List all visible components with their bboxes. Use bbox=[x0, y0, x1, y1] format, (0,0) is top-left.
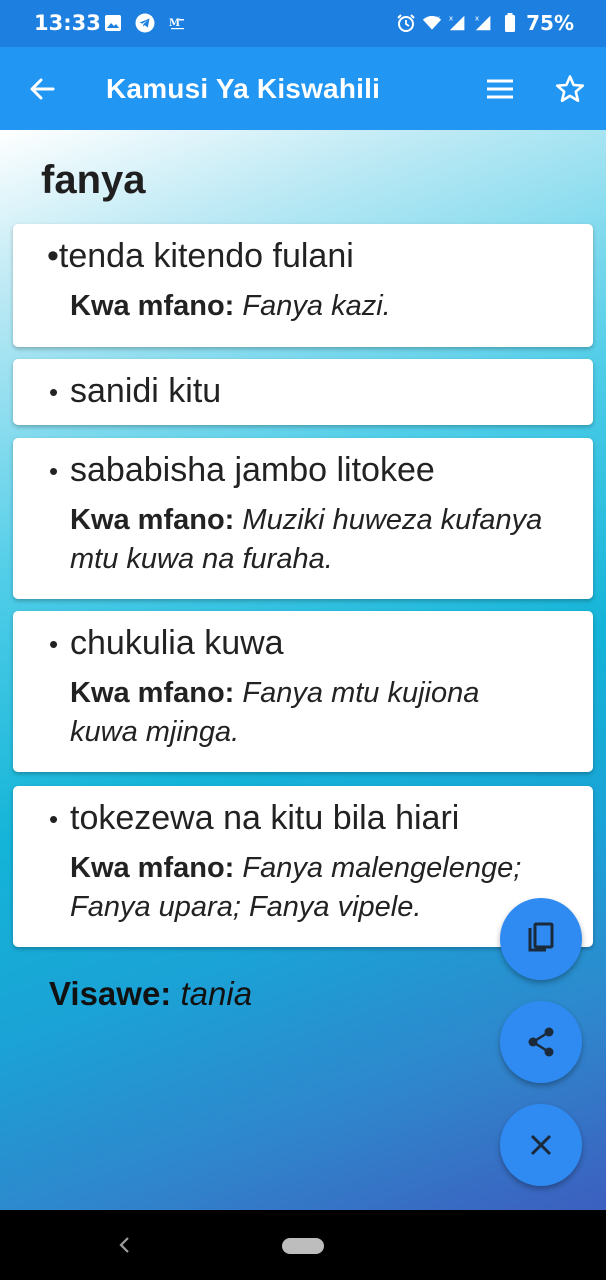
telegram-icon bbox=[135, 13, 155, 33]
chevron-left-icon bbox=[119, 1237, 129, 1253]
nav-back-button[interactable] bbox=[112, 1230, 136, 1260]
menu-button[interactable] bbox=[480, 69, 520, 109]
synonyms-value: tania bbox=[180, 975, 253, 1012]
definition-label: chukulia kuwa bbox=[70, 624, 284, 662]
notification-icons: M bbox=[103, 13, 187, 33]
svg-text:M: M bbox=[169, 18, 180, 29]
svg-text:x: x bbox=[436, 15, 440, 23]
definition-card: • sababisha jambo litokee Kwa mfano: Muz… bbox=[13, 438, 593, 599]
synonyms: Visawe: tania bbox=[49, 975, 252, 1013]
home-pill-icon[interactable] bbox=[282, 1238, 324, 1254]
svg-text:x: x bbox=[475, 13, 480, 22]
example-label: Kwa mfano: bbox=[70, 677, 235, 709]
example-label: Kwa mfano: bbox=[70, 852, 235, 884]
bullet: • bbox=[49, 629, 59, 659]
svg-text:x: x bbox=[449, 13, 454, 22]
definition-card: • chukulia kuwa Kwa mfano: Fanya mtu kuj… bbox=[13, 611, 593, 772]
bullet: • bbox=[49, 804, 59, 834]
copy-icon bbox=[528, 922, 554, 952]
example-line: Fanya upara; Fanya vipele. bbox=[70, 891, 422, 923]
definition-label: sababisha jambo litokee bbox=[70, 451, 435, 489]
example-text: Kwa mfano: Fanya mtu kujiona kuwa mjinga… bbox=[70, 674, 582, 752]
bullet: • bbox=[49, 456, 59, 486]
signal-icon: x bbox=[474, 13, 494, 33]
definition-card: • sanidi kitu bbox=[13, 359, 593, 425]
battery-percentage: 75% bbox=[526, 11, 574, 35]
battery-icon bbox=[500, 13, 520, 33]
image-icon bbox=[103, 13, 123, 33]
definition-label: sanidi kitu bbox=[70, 372, 222, 410]
share-button[interactable] bbox=[500, 1001, 582, 1083]
example-text: Kwa mfano: Fanya kazi. bbox=[70, 287, 582, 326]
example-label: Kwa mfano: bbox=[70, 504, 235, 536]
system-status-icons: x x x 75% bbox=[396, 11, 574, 35]
definition-label: tenda kitendo fulani bbox=[58, 237, 354, 275]
app-title: Kamusi Ya Kiswahili bbox=[106, 73, 381, 104]
alarm-icon bbox=[396, 13, 416, 33]
bullet: • bbox=[47, 237, 59, 275]
close-icon bbox=[530, 1134, 552, 1156]
example-line: Fanya kazi. bbox=[242, 290, 391, 322]
example-line: Muziki huweza kufanya bbox=[242, 504, 543, 536]
definition-card: •tenda kitendo fulani Kwa mfano: Fanya k… bbox=[13, 224, 593, 347]
star-outline-icon bbox=[555, 75, 585, 102]
app-bar: Kamusi Ya Kiswahili bbox=[0, 47, 606, 130]
system-navigation-bar bbox=[0, 1210, 606, 1280]
example-line: mtu kuwa na furaha. bbox=[70, 543, 333, 575]
synonyms-label: Visawe: bbox=[49, 975, 172, 1012]
back-button[interactable] bbox=[22, 69, 62, 109]
status-time: 13:33 bbox=[34, 11, 101, 35]
example-line: Fanya mtu kujiona bbox=[242, 677, 480, 709]
example-line: Fanya malengelenge; bbox=[242, 852, 522, 884]
share-icon bbox=[528, 1027, 554, 1057]
example-line: kuwa mjinga. bbox=[70, 716, 240, 748]
signal-icon: x bbox=[448, 13, 468, 33]
definition-label: tokezewa na kitu bila hiari bbox=[70, 799, 460, 837]
example-text: Kwa mfano: Muziki huweza kufanya mtu kuw… bbox=[70, 501, 582, 579]
copy-button[interactable] bbox=[500, 898, 582, 980]
status-bar: 13:33 M x x x 75% bbox=[0, 0, 606, 47]
definition-content[interactable]: fanya •tenda kitendo fulani Kwa mfano: F… bbox=[0, 130, 606, 1210]
hamburger-menu-icon bbox=[487, 79, 513, 99]
close-button[interactable] bbox=[500, 1104, 582, 1186]
wifi-icon: x bbox=[422, 13, 442, 33]
bullet: • bbox=[49, 377, 59, 407]
example-text: Kwa mfano: Fanya malengelenge; Fanya upa… bbox=[70, 849, 582, 927]
arrow-left-icon bbox=[30, 78, 55, 100]
favorite-button[interactable] bbox=[550, 69, 590, 109]
mail-icon: M bbox=[167, 13, 187, 33]
definition-text: •tenda kitendo fulani bbox=[47, 237, 354, 276]
example-label: Kwa mfano: bbox=[70, 290, 235, 322]
word-title: fanya bbox=[41, 158, 146, 202]
